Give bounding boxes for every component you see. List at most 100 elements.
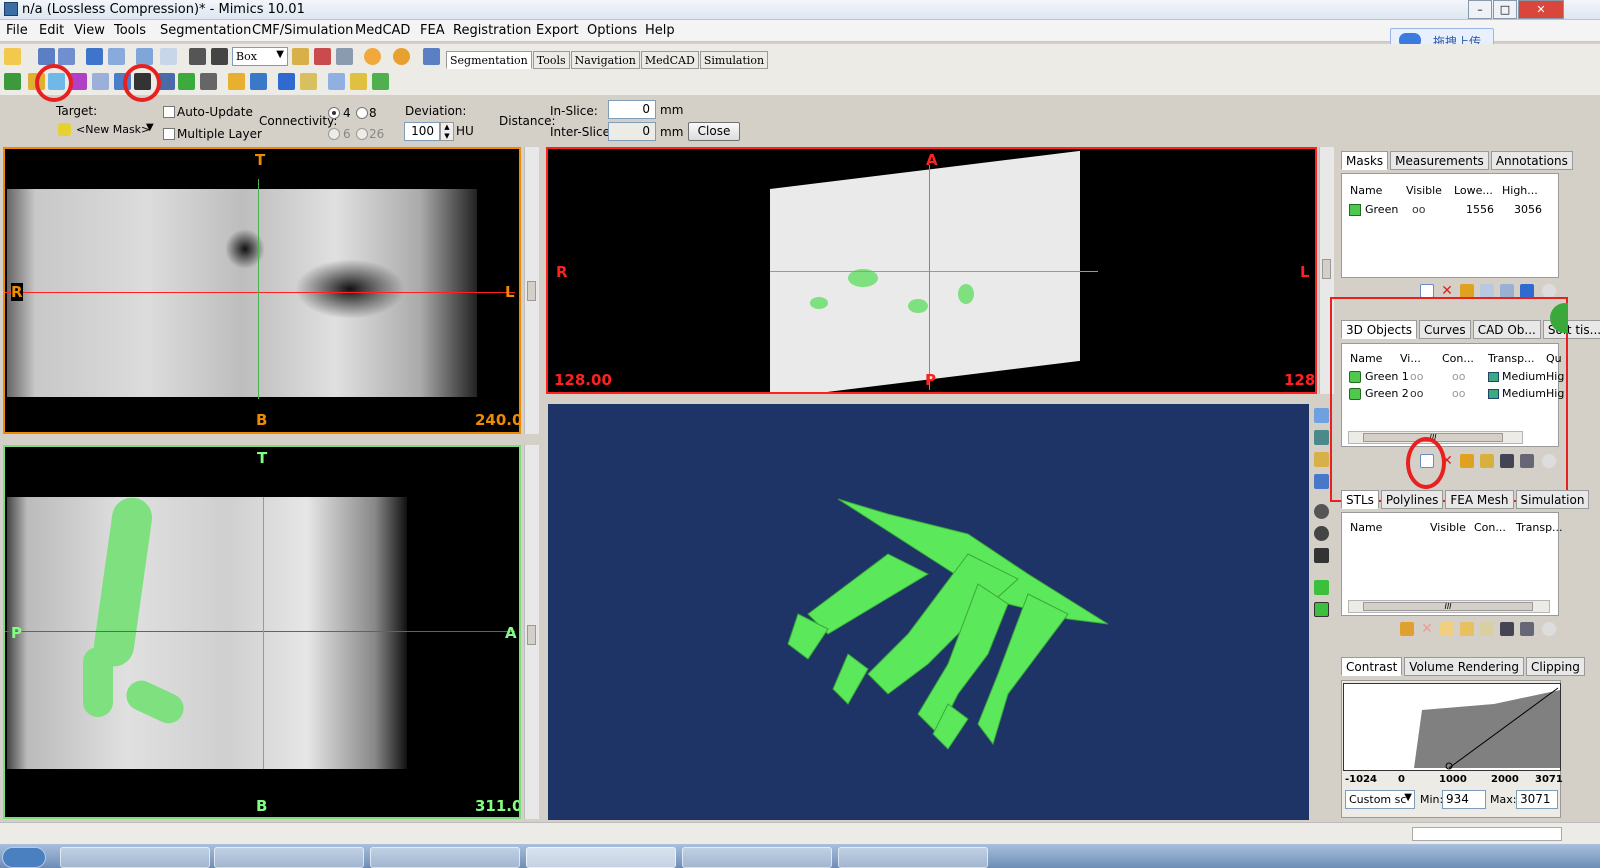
view-side-icon[interactable] [1314, 430, 1329, 445]
coronal-scrollbar[interactable] [524, 147, 539, 434]
axial-view[interactable]: A P R L 128.00 128 [546, 147, 1317, 394]
reduce-icon[interactable] [328, 73, 345, 90]
save-as-icon[interactable] [58, 48, 75, 65]
auto-update-checkbox[interactable] [163, 106, 175, 118]
new-mask-icon[interactable] [1420, 284, 1434, 298]
col-name[interactable]: Name [1350, 184, 1382, 197]
col-transparency[interactable]: Transp... [1516, 521, 1563, 534]
undo-icon[interactable] [136, 48, 153, 65]
menu-registration[interactable]: Registration [453, 23, 531, 38]
tab-navigation[interactable]: Navigation [570, 51, 640, 69]
taskbar-item[interactable] [682, 847, 832, 868]
menu-file[interactable]: File [6, 23, 28, 38]
stl-hscroll[interactable]: III [1348, 600, 1550, 613]
mesh-icon[interactable] [350, 73, 367, 90]
taskbar-item[interactable] [370, 847, 520, 868]
load-stl-icon[interactable] [1400, 622, 1414, 636]
tab-simulation[interactable]: Simulation [699, 51, 769, 69]
taskbar-item[interactable] [60, 847, 210, 868]
object-green-icon[interactable] [1314, 580, 1329, 595]
rotate-object-icon[interactable] [1520, 622, 1534, 636]
3d-view[interactable] [548, 404, 1309, 820]
tab-simulation-panel[interactable]: Simulation [1515, 490, 1590, 509]
zoom-icon[interactable] [292, 48, 309, 65]
col-visible[interactable]: Visible [1430, 521, 1466, 534]
pan-3d-icon[interactable] [1314, 548, 1329, 563]
layout-list-icon[interactable] [108, 48, 125, 65]
delete-icon[interactable]: ✕ [1440, 284, 1454, 298]
erase-icon[interactable] [1500, 284, 1514, 298]
tab-annotations[interactable]: Annotations [1490, 151, 1573, 170]
smart-fill-icon[interactable] [250, 73, 267, 90]
deviation-spinner[interactable]: ▲ ▼ [440, 122, 454, 141]
delete-icon[interactable]: ✕ [1420, 622, 1434, 636]
inter-slice-input[interactable]: 0 [608, 122, 656, 141]
col-name[interactable]: Name [1350, 521, 1382, 534]
menu-fea[interactable]: FEA [420, 23, 445, 38]
menu-medcad[interactable]: MedCAD [355, 23, 410, 38]
sagittal-view[interactable]: T B P A 311.0 [3, 445, 521, 819]
save-icon[interactable] [38, 48, 55, 65]
fit-icon[interactable] [336, 48, 353, 65]
info-icon[interactable] [364, 48, 381, 65]
tab-masks[interactable]: Masks [1341, 151, 1389, 170]
menu-cmf-simulation[interactable]: CMF/Simulation [252, 23, 353, 38]
connectivity-26-radio[interactable] [356, 128, 368, 140]
tab-contrast[interactable]: Contrast [1341, 657, 1403, 676]
eye-icon[interactable] [1314, 504, 1329, 519]
connectivity-4-radio[interactable] [328, 107, 340, 119]
tab-polylines[interactable]: Polylines [1380, 490, 1444, 509]
menu-view[interactable]: View [74, 23, 105, 38]
deviation-input[interactable]: 100 [404, 122, 440, 141]
menu-tools[interactable]: Tools [114, 23, 146, 38]
smooth-icon[interactable] [300, 73, 317, 90]
menu-export[interactable]: Export [536, 23, 579, 38]
taskbar-item[interactable] [214, 847, 364, 868]
close-button[interactable]: Close [688, 122, 740, 141]
calculate-3d-icon[interactable] [228, 73, 245, 90]
max-input[interactable]: 3071 [1516, 790, 1558, 809]
col-visible[interactable]: Visible [1406, 184, 1442, 197]
boolean-icon[interactable] [178, 73, 195, 90]
menu-options[interactable]: Options [587, 23, 637, 38]
taskbar-item-active[interactable] [526, 847, 676, 868]
tab-measurements[interactable]: Measurements [1390, 151, 1489, 170]
properties-icon[interactable] [1460, 284, 1474, 298]
wrap-icon[interactable] [278, 73, 295, 90]
optimize-icon[interactable] [372, 73, 389, 90]
window-icon[interactable] [423, 48, 440, 65]
open-folder-icon[interactable] [4, 48, 21, 65]
connectivity-8-radio[interactable] [356, 107, 368, 119]
view-front-icon[interactable] [1314, 408, 1329, 423]
col-higher[interactable]: High... [1502, 184, 1538, 197]
move-icon[interactable] [1500, 622, 1514, 636]
multiple-layer-checkbox[interactable] [163, 128, 175, 140]
menu-help[interactable]: Help [645, 23, 675, 38]
tab-medcad[interactable]: MedCAD [640, 51, 699, 69]
duplicate-icon[interactable] [1480, 622, 1494, 636]
more-icon[interactable] [1542, 284, 1556, 298]
calc-3d-icon[interactable] [1520, 284, 1534, 298]
tab-segmentation[interactable]: Segmentation [446, 51, 532, 69]
visible-glasses-icon[interactable]: oo [1412, 203, 1425, 216]
object-green-selected-icon[interactable] [1314, 602, 1329, 617]
view-box-icon[interactable] [1314, 452, 1329, 467]
redo-icon[interactable] [160, 48, 177, 65]
threshold-icon[interactable] [4, 73, 21, 90]
menu-segmentation[interactable]: Segmentation [160, 23, 251, 38]
duplicate-icon[interactable] [1480, 284, 1494, 298]
tab-tools[interactable]: Tools [532, 51, 570, 69]
col-contour[interactable]: Con... [1474, 521, 1506, 534]
properties-icon[interactable] [1440, 622, 1454, 636]
help-icon[interactable] [393, 48, 410, 65]
contrast-preset-select[interactable]: Custom sc ▼ [1345, 790, 1415, 809]
close-window-button[interactable]: ✕ [1518, 0, 1564, 19]
connectivity-6-radio[interactable] [328, 128, 340, 140]
minimize-button[interactable]: – [1468, 0, 1492, 19]
rotate-icon[interactable] [189, 48, 206, 65]
zoom-region-icon[interactable] [314, 48, 331, 65]
split-mask-icon[interactable] [92, 73, 109, 90]
fill-cavity-icon[interactable] [200, 73, 217, 90]
pan-icon[interactable] [211, 48, 228, 65]
more-icon[interactable] [1542, 622, 1556, 636]
